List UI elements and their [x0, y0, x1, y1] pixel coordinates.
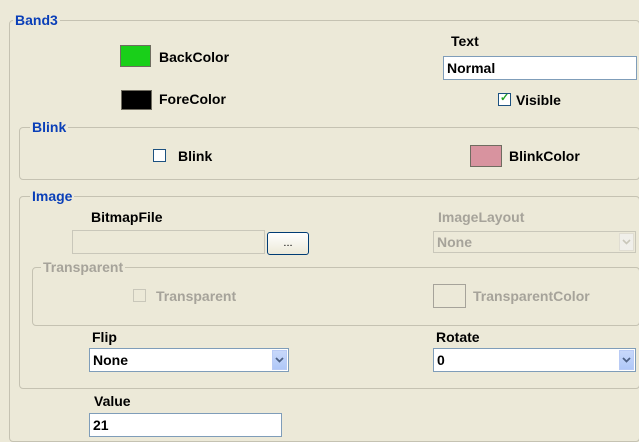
transparentcolor-swatch[interactable]: [433, 284, 466, 308]
bitmapfile-field[interactable]: [72, 230, 265, 254]
chevron-down-icon[interactable]: [619, 350, 634, 370]
visible-checkbox[interactable]: ✓: [498, 92, 511, 106]
transparent-checkbox[interactable]: [133, 289, 146, 302]
rotate-select[interactable]: 0: [433, 348, 636, 372]
imagelayout-label: ImageLayout: [438, 209, 525, 225]
value-field[interactable]: 21: [89, 413, 282, 437]
blinkcolor-label[interactable]: BlinkColor: [509, 148, 580, 164]
blink-title: Blink: [30, 119, 69, 135]
backcolor-swatch[interactable]: [120, 45, 151, 67]
value-label: Value: [94, 393, 131, 409]
transparentcolor-label[interactable]: TransparentColor: [473, 288, 590, 304]
flip-label: Flip: [92, 329, 117, 345]
blinkcolor-swatch[interactable]: [470, 145, 502, 167]
backcolor-label[interactable]: BackColor: [159, 49, 229, 65]
browse-button[interactable]: ...: [267, 232, 309, 255]
flip-select[interactable]: None: [89, 348, 289, 372]
forecolor-swatch[interactable]: [121, 90, 152, 110]
flip-value: None: [93, 352, 128, 368]
chevron-down-icon[interactable]: [272, 350, 287, 370]
check-icon: ✓: [500, 92, 510, 104]
rotate-value: 0: [437, 352, 445, 368]
bitmapfile-label: BitmapFile: [91, 209, 163, 225]
text-label: Text: [451, 33, 479, 49]
text-field[interactable]: Normal: [443, 56, 637, 80]
transparent-group-title: Transparent: [41, 259, 126, 275]
transparent-label[interactable]: Transparent: [156, 288, 236, 304]
blink-label[interactable]: Blink: [178, 148, 212, 164]
imagelayout-value: None: [437, 234, 472, 250]
visible-label[interactable]: Visible: [516, 92, 561, 108]
band-title: Band3: [13, 12, 60, 28]
chevron-down-icon[interactable]: [619, 233, 634, 251]
blink-checkbox[interactable]: [153, 149, 166, 162]
rotate-label: Rotate: [436, 329, 480, 345]
imagelayout-select[interactable]: None: [433, 231, 636, 253]
image-title: Image: [30, 188, 75, 204]
forecolor-label[interactable]: ForeColor: [159, 91, 226, 107]
